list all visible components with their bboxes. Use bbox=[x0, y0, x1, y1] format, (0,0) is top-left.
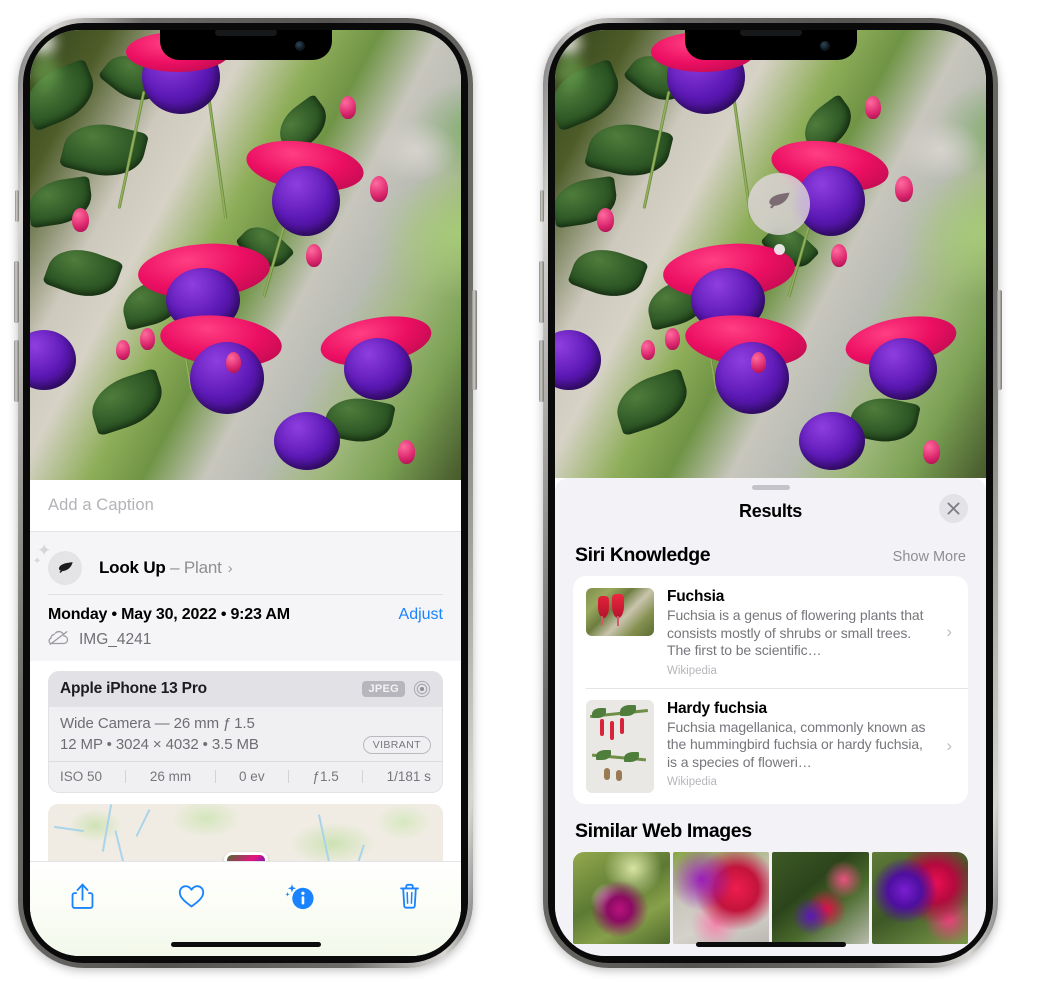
front-camera-icon bbox=[819, 41, 830, 51]
chevron-right-icon: › bbox=[227, 559, 233, 577]
divider bbox=[125, 769, 127, 783]
side-power-button[interactable] bbox=[997, 290, 1002, 390]
look-up-title: Look Up bbox=[99, 558, 166, 577]
divider bbox=[362, 769, 364, 783]
leaf-icon: ✦ ✦ bbox=[33, 542, 82, 585]
exif-aperture: ƒ1.5 bbox=[312, 768, 339, 784]
caption-input[interactable]: Add a Caption bbox=[48, 496, 154, 515]
home-indicator[interactable] bbox=[170, 942, 321, 947]
results-header: Results bbox=[555, 490, 986, 532]
photo-date: Monday • May 30, 2022 • 9:23 AM bbox=[48, 605, 290, 623]
visual-lookup-indicator-button[interactable] bbox=[748, 173, 810, 235]
chevron-right-icon: › bbox=[946, 622, 952, 642]
left-screen: Add a Caption ✦ ✦ Look Up – Plant › Mond… bbox=[30, 30, 461, 956]
camera-model: Apple iPhone 13 Pro bbox=[60, 680, 207, 697]
result-source: Wikipedia bbox=[667, 776, 717, 788]
result-description: Fuchsia is a genus of flowering plants t… bbox=[667, 607, 924, 658]
leaf-icon bbox=[765, 188, 793, 221]
camera-info-card[interactable]: Apple iPhone 13 Pro JPEG Wide Camera — 2… bbox=[48, 670, 443, 793]
silence-switch[interactable] bbox=[540, 190, 544, 222]
volume-up-button[interactable] bbox=[14, 261, 19, 323]
right-iphone-device: Results Siri Knowledge Show More Fuchsia… bbox=[539, 18, 1002, 968]
exif-iso: ISO 50 bbox=[60, 768, 103, 784]
section-title: Similar Web Images bbox=[575, 819, 752, 842]
earpiece-speaker bbox=[214, 30, 277, 36]
left-iphone-device: Add a Caption ✦ ✦ Look Up – Plant › Mond… bbox=[14, 18, 477, 968]
close-button[interactable] bbox=[939, 494, 968, 523]
screenshot-stage: Add a Caption ✦ ✦ Look Up – Plant › Mond… bbox=[0, 0, 1055, 985]
exif-focal: 26 mm bbox=[149, 768, 192, 784]
results-title: Results bbox=[739, 500, 802, 521]
caption-row[interactable]: Add a Caption bbox=[30, 480, 461, 532]
lens-info: Wide Camera — 26 mm ƒ 1.5 bbox=[60, 714, 255, 732]
result-description: Fuchsia magellanica, commonly known as t… bbox=[667, 718, 926, 770]
show-more-button[interactable]: Show More bbox=[893, 549, 966, 565]
volume-down-button[interactable] bbox=[539, 340, 544, 402]
list-item-text: Hardy fuchsia Fuchsia magellanica, commo… bbox=[667, 700, 933, 789]
look-up-subject: Plant bbox=[183, 558, 222, 577]
list-item[interactable]: Hardy fuchsia Fuchsia magellanica, commo… bbox=[573, 687, 968, 804]
raw-circle-icon[interactable] bbox=[413, 680, 431, 698]
sparkle-icon-small: ✦ bbox=[33, 556, 42, 567]
fuchsia-thumbnail bbox=[586, 588, 654, 636]
delete-button[interactable] bbox=[387, 876, 431, 916]
siri-knowledge-header: Siri Knowledge Show More bbox=[555, 532, 986, 576]
volume-down-button[interactable] bbox=[14, 340, 19, 402]
home-indicator[interactable] bbox=[695, 942, 846, 947]
similar-images-strip[interactable] bbox=[555, 851, 986, 944]
look-up-label: Look Up – Plant bbox=[99, 558, 222, 578]
result-source: Wikipedia bbox=[667, 664, 717, 677]
lookup-block: ✦ ✦ Look Up – Plant › bbox=[30, 532, 461, 595]
photo-viewer[interactable] bbox=[555, 30, 986, 478]
favorite-button[interactable] bbox=[169, 876, 213, 916]
result-title: Fuchsia bbox=[667, 588, 725, 605]
siri-knowledge-card: Fuchsia Fuchsia is a genus of flowering … bbox=[573, 576, 968, 804]
photo-viewer[interactable] bbox=[30, 30, 461, 480]
display-notch bbox=[684, 30, 857, 60]
similar-image-4[interactable] bbox=[871, 851, 968, 944]
earpiece-speaker bbox=[739, 30, 802, 36]
similar-image-2[interactable] bbox=[672, 851, 769, 944]
similar-web-images-header: Similar Web Images bbox=[555, 804, 986, 852]
image-size-info: 12 MP • 3024 × 4032 • 3.5 MB bbox=[60, 736, 259, 753]
camera-card-body: Wide Camera — 26 mm ƒ 1.5 12 MP • 3024 ×… bbox=[49, 707, 442, 761]
hardy-fuchsia-thumbnail bbox=[586, 699, 654, 793]
similar-image-1[interactable] bbox=[573, 851, 670, 944]
look-up-row[interactable]: ✦ ✦ Look Up – Plant › bbox=[33, 542, 443, 594]
silence-switch[interactable] bbox=[15, 190, 19, 222]
display-notch bbox=[159, 30, 332, 60]
divider bbox=[214, 769, 216, 783]
camera-card-header: Apple iPhone 13 Pro JPEG bbox=[49, 671, 442, 707]
exif-exposure: 0 ev bbox=[239, 768, 265, 784]
info-button[interactable] bbox=[278, 876, 322, 916]
visual-lookup-anchor-dot bbox=[774, 244, 785, 255]
section-title: Siri Knowledge bbox=[575, 544, 711, 566]
list-item-text: Fuchsia Fuchsia is a genus of flowering … bbox=[667, 588, 933, 677]
list-item[interactable]: Fuchsia Fuchsia is a genus of flowering … bbox=[573, 576, 968, 688]
side-power-button[interactable] bbox=[472, 290, 477, 390]
divider bbox=[288, 769, 290, 783]
chevron-right-icon: › bbox=[946, 736, 952, 755]
metadata-block: Monday • May 30, 2022 • 9:23 AM Adjust I… bbox=[30, 594, 461, 661]
adjust-button[interactable]: Adjust bbox=[399, 606, 443, 624]
file-name: IMG_4241 bbox=[79, 631, 152, 648]
icloud-slash-icon bbox=[48, 630, 70, 651]
right-screen: Results Siri Knowledge Show More Fuchsia… bbox=[555, 30, 986, 956]
share-button[interactable] bbox=[60, 876, 104, 916]
result-title: Hardy fuchsia bbox=[667, 699, 767, 717]
format-badge: JPEG bbox=[362, 681, 405, 697]
front-camera-icon bbox=[294, 41, 305, 51]
photographic-style-badge: VIBRANT bbox=[362, 735, 431, 754]
exif-shutter: 1/181 s bbox=[386, 768, 431, 784]
volume-up-button[interactable] bbox=[539, 261, 544, 323]
similar-image-3[interactable] bbox=[772, 851, 869, 944]
sparkle-icon-large: ✦ bbox=[37, 541, 52, 560]
exif-row: ISO 50 26 mm 0 ev ƒ1.5 1/181 s bbox=[49, 760, 442, 792]
look-up-separator: – bbox=[165, 558, 184, 577]
results-sheet: Results Siri Knowledge Show More Fuchsia… bbox=[555, 478, 986, 956]
